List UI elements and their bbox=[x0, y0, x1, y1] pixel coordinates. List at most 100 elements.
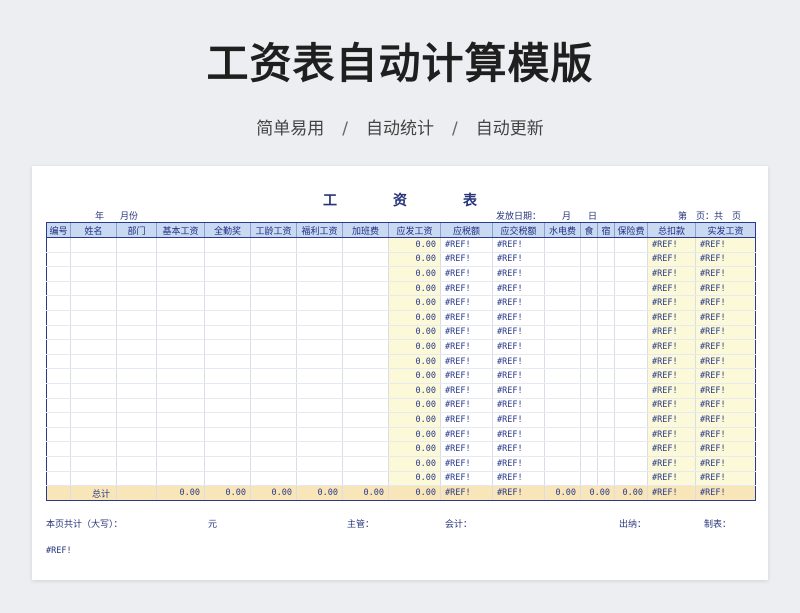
table-cell[interactable] bbox=[156, 325, 205, 341]
table-cell[interactable] bbox=[70, 266, 117, 282]
table-cell[interactable] bbox=[614, 266, 648, 282]
table-cell[interactable] bbox=[204, 295, 251, 311]
total-overtime[interactable]: 0.00 bbox=[342, 485, 389, 502]
total-insurance[interactable]: 0.00 bbox=[614, 485, 648, 502]
table-cell[interactable] bbox=[204, 266, 251, 282]
table-cell[interactable] bbox=[204, 471, 251, 487]
table-cell[interactable] bbox=[597, 266, 615, 282]
table-cell[interactable]: #REF! bbox=[440, 427, 493, 443]
table-cell[interactable]: #REF! bbox=[695, 456, 756, 472]
table-cell[interactable] bbox=[597, 398, 615, 414]
table-cell[interactable] bbox=[116, 427, 157, 443]
table-cell[interactable] bbox=[597, 471, 615, 487]
table-cell[interactable]: 0.00 bbox=[388, 427, 441, 443]
table-cell[interactable] bbox=[597, 456, 615, 472]
table-cell[interactable] bbox=[544, 471, 581, 487]
table-cell[interactable] bbox=[250, 310, 297, 326]
table-cell[interactable] bbox=[342, 412, 389, 428]
table-cell[interactable] bbox=[46, 237, 71, 253]
col-header[interactable]: 编号 bbox=[46, 222, 71, 238]
table-cell[interactable] bbox=[296, 368, 343, 384]
table-cell[interactable] bbox=[250, 339, 297, 355]
table-cell[interactable] bbox=[544, 237, 581, 253]
table-cell[interactable] bbox=[597, 383, 615, 399]
table-cell[interactable] bbox=[342, 295, 389, 311]
col-header[interactable]: 水电费 bbox=[544, 222, 581, 238]
table-cell[interactable] bbox=[544, 252, 581, 268]
col-header[interactable]: 应发工资 bbox=[388, 222, 441, 238]
table-cell[interactable] bbox=[544, 412, 581, 428]
table-cell[interactable]: #REF! bbox=[440, 252, 493, 268]
table-cell[interactable] bbox=[70, 325, 117, 341]
table-cell[interactable] bbox=[116, 456, 157, 472]
table-cell[interactable] bbox=[116, 325, 157, 341]
table-cell[interactable] bbox=[614, 310, 648, 326]
table-cell[interactable]: 0.00 bbox=[388, 398, 441, 414]
table-cell[interactable] bbox=[544, 383, 581, 399]
table-cell[interactable] bbox=[46, 281, 71, 297]
table-cell[interactable]: #REF! bbox=[492, 310, 545, 326]
total-net[interactable]: #REF! bbox=[695, 485, 756, 502]
table-cell[interactable]: #REF! bbox=[695, 266, 756, 282]
col-header[interactable]: 应税额 bbox=[440, 222, 493, 238]
table-cell[interactable]: 0.00 bbox=[388, 252, 441, 268]
table-cell[interactable] bbox=[156, 295, 205, 311]
table-cell[interactable] bbox=[544, 325, 581, 341]
table-cell[interactable] bbox=[116, 281, 157, 297]
table-cell[interactable]: #REF! bbox=[647, 471, 696, 487]
table-cell[interactable] bbox=[46, 266, 71, 282]
table-cell[interactable] bbox=[597, 295, 615, 311]
table-cell[interactable] bbox=[46, 252, 71, 268]
table-cell[interactable] bbox=[580, 295, 598, 311]
table-cell[interactable]: #REF! bbox=[492, 339, 545, 355]
table-cell[interactable] bbox=[614, 441, 648, 457]
table-cell[interactable] bbox=[156, 427, 205, 443]
table-cell[interactable] bbox=[614, 456, 648, 472]
table-cell[interactable]: #REF! bbox=[492, 325, 545, 341]
table-cell[interactable]: #REF! bbox=[695, 471, 756, 487]
table-cell[interactable] bbox=[250, 383, 297, 399]
table-cell[interactable]: 0.00 bbox=[388, 339, 441, 355]
total-deduction[interactable]: #REF! bbox=[647, 485, 696, 502]
table-cell[interactable]: #REF! bbox=[440, 368, 493, 384]
table-cell[interactable]: #REF! bbox=[647, 310, 696, 326]
table-cell[interactable] bbox=[204, 252, 251, 268]
table-cell[interactable] bbox=[580, 368, 598, 384]
table-cell[interactable] bbox=[116, 383, 157, 399]
table-cell[interactable] bbox=[580, 398, 598, 414]
table-cell[interactable] bbox=[250, 354, 297, 370]
table-cell[interactable] bbox=[250, 281, 297, 297]
table-cell[interactable]: #REF! bbox=[695, 354, 756, 370]
table-cell[interactable] bbox=[70, 412, 117, 428]
table-cell[interactable] bbox=[156, 339, 205, 355]
table-cell[interactable] bbox=[544, 441, 581, 457]
table-cell[interactable] bbox=[156, 368, 205, 384]
table-cell[interactable] bbox=[46, 354, 71, 370]
table-cell[interactable] bbox=[46, 383, 71, 399]
table-cell[interactable] bbox=[250, 398, 297, 414]
total-attendance[interactable]: 0.00 bbox=[204, 485, 251, 502]
table-cell[interactable] bbox=[156, 471, 205, 487]
table-cell[interactable] bbox=[342, 383, 389, 399]
table-cell[interactable] bbox=[614, 368, 648, 384]
table-cell[interactable] bbox=[250, 441, 297, 457]
table-cell[interactable] bbox=[70, 339, 117, 355]
table-cell[interactable] bbox=[116, 339, 157, 355]
col-header[interactable]: 姓名 bbox=[70, 222, 117, 238]
table-cell[interactable]: 0.00 bbox=[388, 281, 441, 297]
total-taxable[interactable]: #REF! bbox=[440, 485, 493, 502]
table-cell[interactable] bbox=[46, 456, 71, 472]
table-cell[interactable]: #REF! bbox=[440, 295, 493, 311]
table-cell[interactable] bbox=[597, 325, 615, 341]
table-cell[interactable] bbox=[116, 266, 157, 282]
table-cell[interactable] bbox=[46, 368, 71, 384]
table-cell[interactable] bbox=[597, 412, 615, 428]
table-cell[interactable] bbox=[580, 339, 598, 355]
table-cell[interactable] bbox=[46, 295, 71, 311]
table-cell[interactable]: #REF! bbox=[647, 354, 696, 370]
table-cell[interactable] bbox=[296, 339, 343, 355]
table-cell[interactable]: #REF! bbox=[440, 310, 493, 326]
table-cell[interactable] bbox=[70, 383, 117, 399]
table-cell[interactable] bbox=[614, 471, 648, 487]
total-welfare[interactable]: 0.00 bbox=[296, 485, 343, 502]
